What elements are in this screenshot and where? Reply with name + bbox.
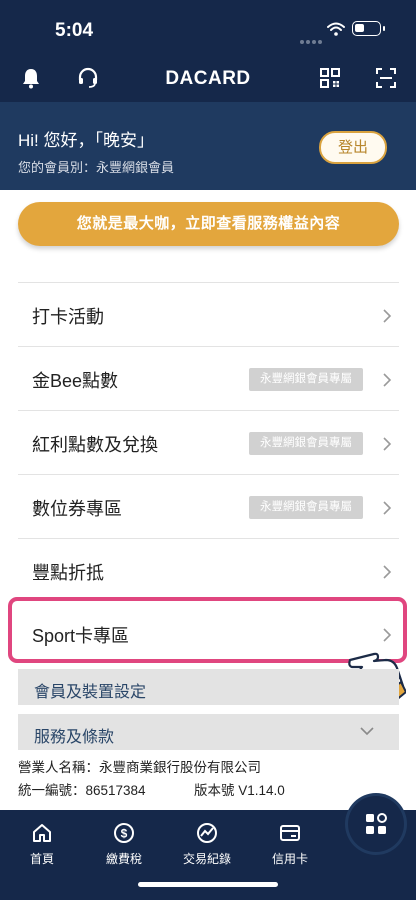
credit-card-icon xyxy=(280,825,300,841)
chevron-right-icon xyxy=(383,309,392,323)
nav-item-credit-card[interactable]: 信用卡 xyxy=(255,822,325,867)
menu-item-point-redemption[interactable]: 豐點折抵 xyxy=(18,538,399,602)
chevron-right-icon xyxy=(383,373,392,387)
chevron-right-icon xyxy=(383,501,392,515)
member-exclusive-badge: 永豐網銀會員專屬 xyxy=(249,496,363,519)
qr-code-icon[interactable] xyxy=(318,66,342,90)
app-version: 版本號 V1.14.0 xyxy=(194,783,285,798)
member-device-settings-section[interactable]: 會員及裝置設定 xyxy=(18,669,399,705)
grid-icon xyxy=(366,813,387,834)
menu-item-label: 紅利點數及兌換 xyxy=(32,435,158,455)
section-label: 服務及條款 xyxy=(34,729,115,746)
member-exclusive-badge: 永豐網銀會員專屬 xyxy=(249,432,363,455)
svg-text:$: $ xyxy=(121,827,128,841)
nav-item-payments[interactable]: $ 繳費稅 xyxy=(89,822,159,867)
cellular-signal-icon xyxy=(300,31,324,49)
chevron-right-icon xyxy=(383,565,392,579)
menu-item-label: 打卡活動 xyxy=(32,307,104,327)
member-level: 您的會員別：永豐網銀會員 xyxy=(18,160,175,175)
menu-item-sport-card[interactable]: Sport卡專區 xyxy=(18,602,399,666)
service-terms-section[interactable]: 服務及條款 xyxy=(18,714,399,750)
menu-item-checkin[interactable]: 打卡活動 xyxy=(18,282,399,346)
home-indicator xyxy=(138,882,278,887)
nav-label: 繳費稅 xyxy=(105,852,142,866)
nav-label: 交易紀錄 xyxy=(182,852,231,866)
status-bar: 5:04 xyxy=(0,0,416,56)
nav-item-transactions[interactable]: 交易紀錄 xyxy=(172,822,242,867)
app-title: DACARD xyxy=(165,68,251,89)
menu-item-label: 金Bee點數 xyxy=(32,371,119,391)
benefits-promo-button[interactable]: 您就是最大咖，立即查看服務權益內容 xyxy=(18,202,399,246)
menu-grid-button[interactable] xyxy=(348,796,404,852)
dollar-icon: $ xyxy=(114,823,134,843)
company-name: 營業人名稱：永豐商業銀行股份有限公司 xyxy=(18,760,261,775)
member-exclusive-badge: 永豐網銀會員專屬 xyxy=(249,368,363,391)
nav-label: 首頁 xyxy=(29,852,54,866)
nav-item-home[interactable]: 首頁 xyxy=(7,822,77,867)
scan-icon[interactable] xyxy=(374,66,398,90)
menu-item-bee-points[interactable]: 金Bee點數 永豐網銀會員專屬 xyxy=(18,346,399,410)
chevron-right-icon xyxy=(383,437,392,451)
home-icon xyxy=(33,824,51,842)
chart-icon xyxy=(197,823,217,843)
wifi-icon xyxy=(327,22,345,36)
nav-label: 信用卡 xyxy=(271,852,308,866)
menu-item-label: 數位券專區 xyxy=(32,499,122,519)
menu-item-label: 豐點折抵 xyxy=(32,563,104,583)
battery-icon xyxy=(352,21,385,36)
tax-id: 統一編號：86517384 xyxy=(18,783,146,798)
greeting-text: Hi! 您好，「晚安」 xyxy=(18,131,154,150)
logout-button[interactable]: 登出 xyxy=(319,131,387,164)
menu-item-label: Sport卡專區 xyxy=(32,626,130,646)
app-bar: DACARD xyxy=(0,56,416,102)
menu-item-bonus-points[interactable]: 紅利點數及兌換 永豐網銀會員專屬 xyxy=(18,410,399,474)
status-time: 5:04 xyxy=(55,20,94,41)
menu-item-digital-coupons[interactable]: 數位券專區 永豐網銀會員專屬 xyxy=(18,474,399,538)
section-label: 會員及裝置設定 xyxy=(34,684,147,701)
chevron-down-icon xyxy=(360,727,374,736)
